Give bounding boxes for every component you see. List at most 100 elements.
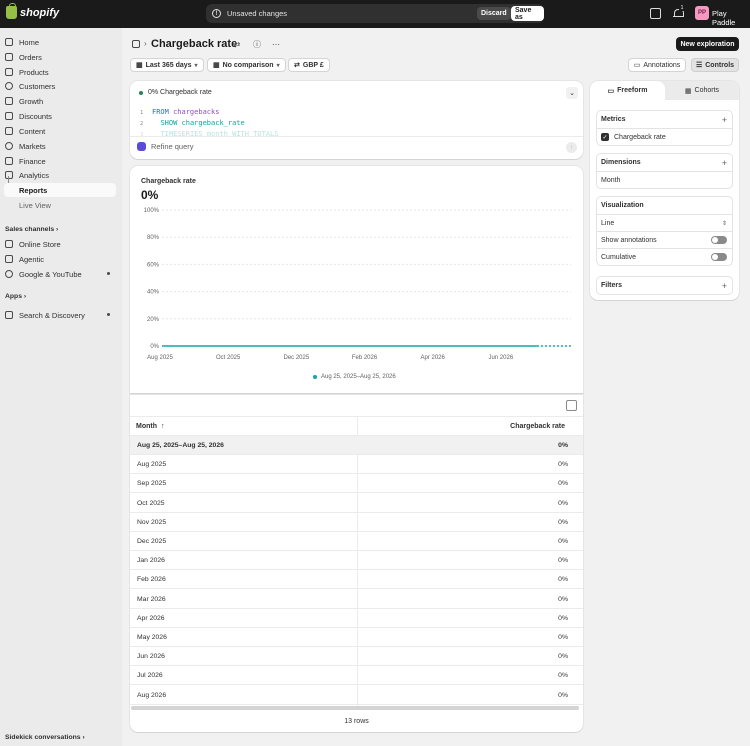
- table-row[interactable]: Aug 2026 0%: [130, 686, 583, 705]
- table-total-row[interactable]: Aug 25, 2025–Aug 25, 2026 0%: [130, 436, 583, 455]
- add-metric-icon[interactable]: +: [722, 115, 727, 125]
- dimensions-section: Dimensions + Month: [596, 153, 733, 189]
- x-tick-label: Feb 2026: [352, 355, 378, 361]
- table-row[interactable]: Nov 2025 0%: [130, 513, 583, 532]
- metric-item-label: Chargeback rate: [614, 133, 666, 141]
- date-range-picker[interactable]: ▦ Last 365 days ▾: [130, 58, 204, 72]
- sidebar-item-products[interactable]: Products: [4, 65, 116, 79]
- chevron-down-icon[interactable]: ⌄: [566, 87, 578, 99]
- y-tick-label: 20%: [147, 317, 160, 323]
- table-row[interactable]: Dec 2025 0%: [130, 532, 583, 551]
- swap-icon[interactable]: ⇄: [230, 37, 244, 51]
- sidebar-item-live-view[interactable]: Live View: [4, 198, 116, 212]
- avatar[interactable]: PP: [695, 6, 709, 20]
- controls-button[interactable]: ☰ Controls: [691, 58, 739, 72]
- query-status-label: 0% Chargeback rate: [148, 89, 212, 96]
- send-arrow-icon[interactable]: ↑: [566, 142, 577, 153]
- google-icon: [5, 270, 13, 278]
- chart-legend[interactable]: Aug 25, 2025–Aug 25, 2026: [313, 374, 396, 380]
- sidebar-item-search-discovery[interactable]: Search & Discovery: [4, 308, 116, 322]
- store-name[interactable]: Play Paddle: [712, 9, 750, 27]
- sidebar-item-growth[interactable]: Growth: [4, 94, 116, 108]
- tab-cohorts[interactable]: ▦ Cohorts: [665, 81, 739, 100]
- x-tick-label: Dec 2025: [283, 355, 309, 361]
- refine-placeholder: Refine query: [151, 142, 194, 151]
- comparison-picker[interactable]: ▦ No comparison ▾: [207, 58, 286, 72]
- annotations-button[interactable]: ▭ Annotations: [628, 58, 686, 72]
- table-row[interactable]: Oct 2025 0%: [130, 494, 583, 513]
- sidebar-item-finance[interactable]: Finance: [4, 154, 116, 168]
- sidebar-item-agentic[interactable]: Agentic: [4, 252, 116, 266]
- more-options-icon[interactable]: ⋯: [269, 37, 283, 51]
- currency-picker[interactable]: ⇄ GBP £: [288, 58, 330, 72]
- sidebar-item-markets[interactable]: Markets: [4, 139, 116, 153]
- table-row[interactable]: Jun 2026 0%: [130, 647, 583, 667]
- shopify-bag-icon: [6, 3, 17, 19]
- dimension-item-label: Month: [601, 176, 621, 184]
- reports-breadcrumb-icon[interactable]: [132, 40, 140, 48]
- sidebar-item-label: Home: [19, 37, 40, 47]
- agentic-icon: [5, 255, 13, 263]
- sidebar-item-analytics[interactable]: Analytics: [4, 168, 116, 182]
- sales-channels-heading[interactable]: Sales channels ›: [5, 226, 58, 233]
- table-row[interactable]: Apr 2026 0%: [130, 609, 583, 628]
- store-icon[interactable]: [650, 8, 661, 19]
- table-row[interactable]: Mar 2026 0%: [130, 590, 583, 609]
- sidekick-conversations-link[interactable]: Sidekick conversations ›: [5, 734, 85, 741]
- sidebar-item-label: Content: [19, 126, 46, 136]
- sidebar-item-customers[interactable]: Customers: [4, 79, 116, 93]
- filters-heading: Filters: [601, 282, 623, 289]
- table-row[interactable]: Jan 2026 0%: [130, 551, 583, 571]
- sidebar-item-online-store[interactable]: Online Store: [4, 237, 116, 251]
- freeform-icon: ▭: [607, 87, 615, 95]
- table-row[interactable]: May 2026 0%: [130, 628, 583, 647]
- cell-month: Jan 2026: [137, 557, 165, 565]
- cell-month: Apr 2026: [137, 614, 165, 622]
- sidebar-item-label: Google & YouTube: [19, 269, 82, 279]
- cell-chargeback-rate: 0%: [558, 614, 568, 622]
- sidebar-item-orders[interactable]: Orders: [4, 50, 116, 64]
- horizontal-scrollbar[interactable]: [131, 706, 579, 710]
- column-header-month[interactable]: Month ↑: [136, 423, 165, 430]
- sidebar-item-label: Customers: [19, 81, 56, 91]
- dimension-item[interactable]: Month: [597, 171, 732, 188]
- line-chart[interactable]: 100% 80% 60% 40% 20% 0% Aug 2025 Oct 2025 Dec 20…: [130, 166, 583, 393]
- visualization-type-select[interactable]: Line ⇕: [597, 214, 732, 231]
- discard-button[interactable]: Discard: [477, 7, 511, 20]
- finance-icon: [5, 157, 13, 165]
- metrics-heading: Metrics: [601, 116, 626, 123]
- apps-heading[interactable]: Apps ›: [5, 293, 26, 300]
- info-circle-icon[interactable]: ⓘ: [250, 37, 264, 51]
- legend-label: Aug 25, 2025–Aug 25, 2026: [321, 374, 396, 380]
- sidebar-item-discounts[interactable]: Discounts: [4, 109, 116, 123]
- table-settings-icon[interactable]: [566, 400, 577, 411]
- add-dimension-icon[interactable]: +: [722, 158, 727, 168]
- show-annotations-label: Show annotations: [601, 236, 657, 244]
- checkbox-checked-icon[interactable]: ✓: [601, 133, 609, 141]
- column-header-chargeback-rate[interactable]: Chargeback rate: [510, 423, 565, 430]
- refine-query-input[interactable]: Refine query: [137, 142, 194, 151]
- table-row[interactable]: Jul 2026 0%: [130, 666, 583, 686]
- query-status: 0% Chargeback rate: [139, 89, 212, 96]
- tab-freeform[interactable]: ▭ Freeform: [590, 81, 665, 100]
- cumulative-label: Cumulative: [601, 253, 637, 261]
- cell-chargeback-rate: 0%: [558, 461, 568, 469]
- sidebar: Home Orders Products Customers Growth Di…: [0, 28, 122, 746]
- sidebar-item-google-youtube[interactable]: Google & YouTube: [4, 267, 116, 281]
- table-row[interactable]: Feb 2026 0%: [130, 570, 583, 590]
- sidebar-item-reports[interactable]: Reports: [4, 183, 116, 197]
- metric-item[interactable]: ✓ Chargeback rate: [597, 128, 732, 145]
- shopify-logo[interactable]: shopify: [6, 3, 59, 19]
- table-row[interactable]: Sep 2025 0%: [130, 474, 583, 494]
- table-row[interactable]: Aug 2025 0%: [130, 455, 583, 475]
- orders-icon: [5, 53, 13, 61]
- new-exploration-button[interactable]: New exploration: [676, 37, 739, 51]
- show-annotations-toggle[interactable]: [711, 236, 727, 244]
- sidebar-item-content[interactable]: Content: [4, 124, 116, 138]
- add-filter-icon[interactable]: +: [722, 281, 727, 291]
- y-tick-label: 60%: [147, 262, 160, 268]
- sidebar-item-label: Discounts: [19, 111, 52, 121]
- cumulative-toggle[interactable]: [711, 253, 727, 261]
- save-as-button[interactable]: Save as: [511, 6, 544, 21]
- sidebar-item-home[interactable]: Home: [4, 35, 116, 49]
